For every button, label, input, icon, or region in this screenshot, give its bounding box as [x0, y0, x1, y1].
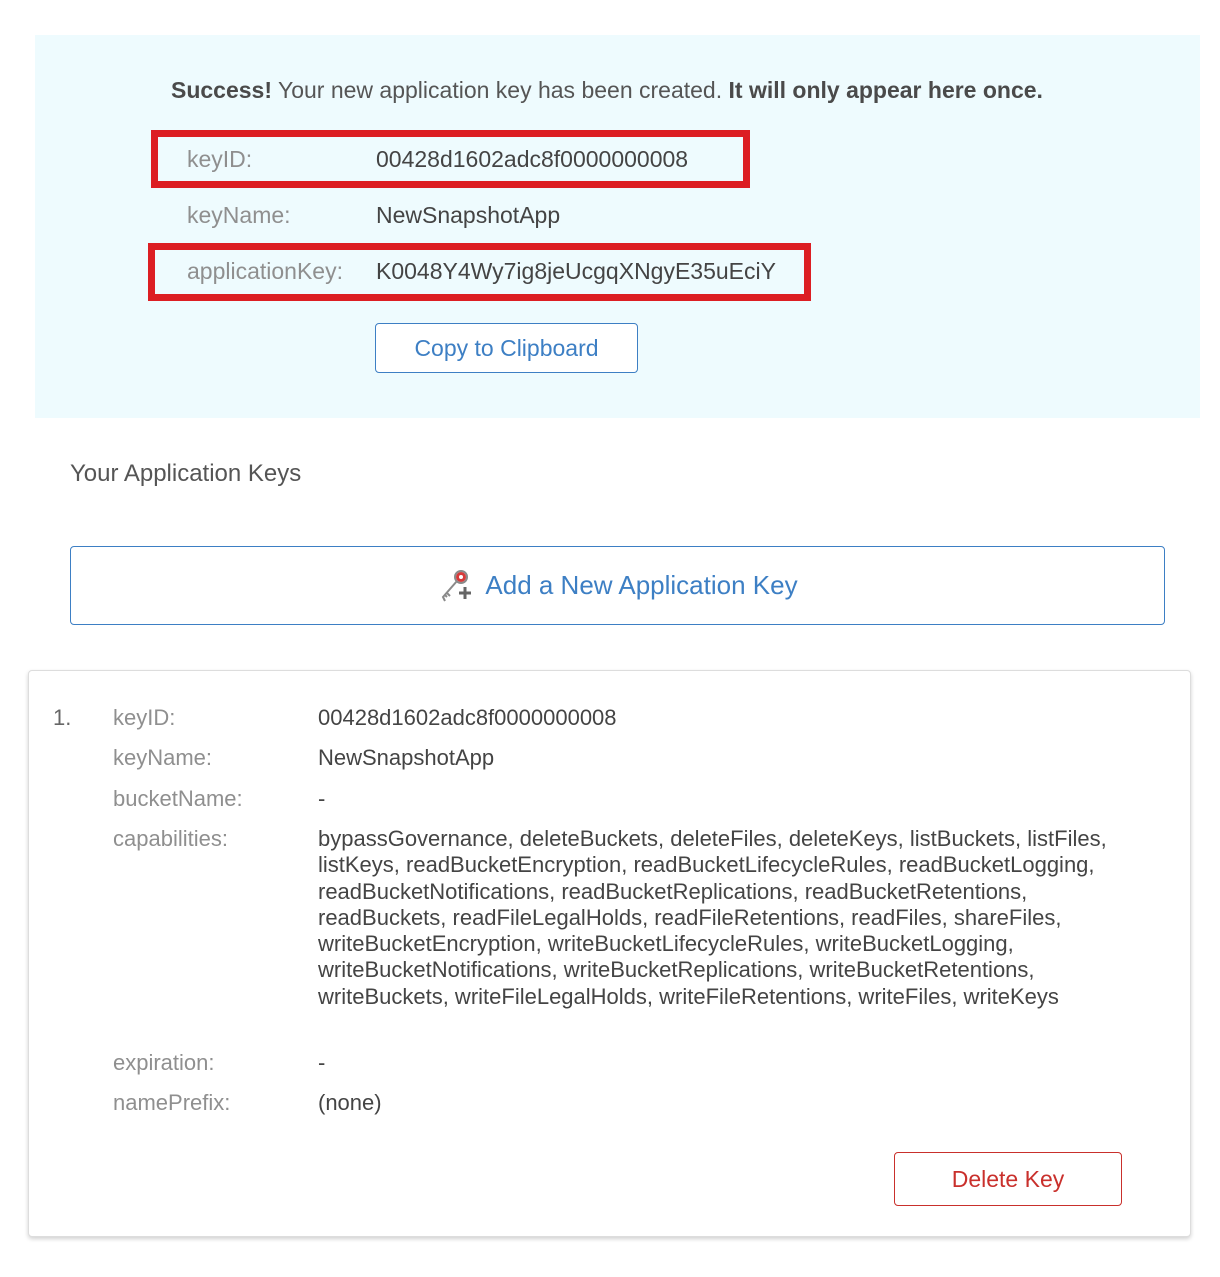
name-prefix-value: (none) — [318, 1090, 382, 1115]
section-title: Your Application Keys — [70, 460, 302, 487]
new-application-key-value: K0048Y4Wy7ig8jeUcgqXNgyE35uEciY — [376, 258, 776, 284]
success-warning: It will only appear here once. — [728, 77, 1043, 103]
new-application-key-label: applicationKey: — [187, 258, 343, 284]
new-key-name-label: keyName: — [187, 202, 291, 228]
bucket-name-label: bucketName: — [113, 786, 243, 811]
success-prefix: Success! — [171, 77, 273, 103]
application-key-card: 1. keyID: 00428d1602adc8f0000000008 keyN… — [28, 670, 1191, 1237]
copy-to-clipboard-button[interactable]: Copy to Clipboard — [375, 323, 638, 373]
success-panel: Success! Your new application key has be… — [35, 35, 1200, 418]
key-id-label: keyID: — [113, 705, 176, 730]
add-application-key-label: Add a New Application Key — [485, 570, 798, 600]
bucket-name-value: - — [318, 786, 326, 811]
key-index: 1. — [53, 705, 72, 730]
success-message: Success! Your new application key has be… — [171, 77, 1043, 104]
add-application-key-button[interactable]: Add a New Application Key — [70, 546, 1165, 625]
key-add-icon — [437, 567, 473, 605]
name-prefix-label: namePrefix: — [113, 1090, 231, 1115]
expiration-label: expiration: — [113, 1050, 215, 1075]
new-key-id-label: keyID: — [187, 146, 253, 172]
key-id-value: 00428d1602adc8f0000000008 — [318, 705, 617, 730]
success-text: Your new application key has been create… — [272, 77, 729, 103]
capabilities-value: bypassGovernance, deleteBuckets, deleteF… — [318, 826, 1107, 1009]
key-name-value: NewSnapshotApp — [318, 745, 495, 770]
key-name-label: keyName: — [113, 745, 213, 770]
delete-key-button[interactable]: Delete Key — [894, 1152, 1122, 1206]
new-key-name-value: NewSnapshotApp — [376, 202, 561, 228]
new-key-id-value: 00428d1602adc8f0000000008 — [376, 146, 689, 172]
capabilities-label: capabilities: — [113, 826, 228, 851]
expiration-value: - — [318, 1050, 326, 1075]
